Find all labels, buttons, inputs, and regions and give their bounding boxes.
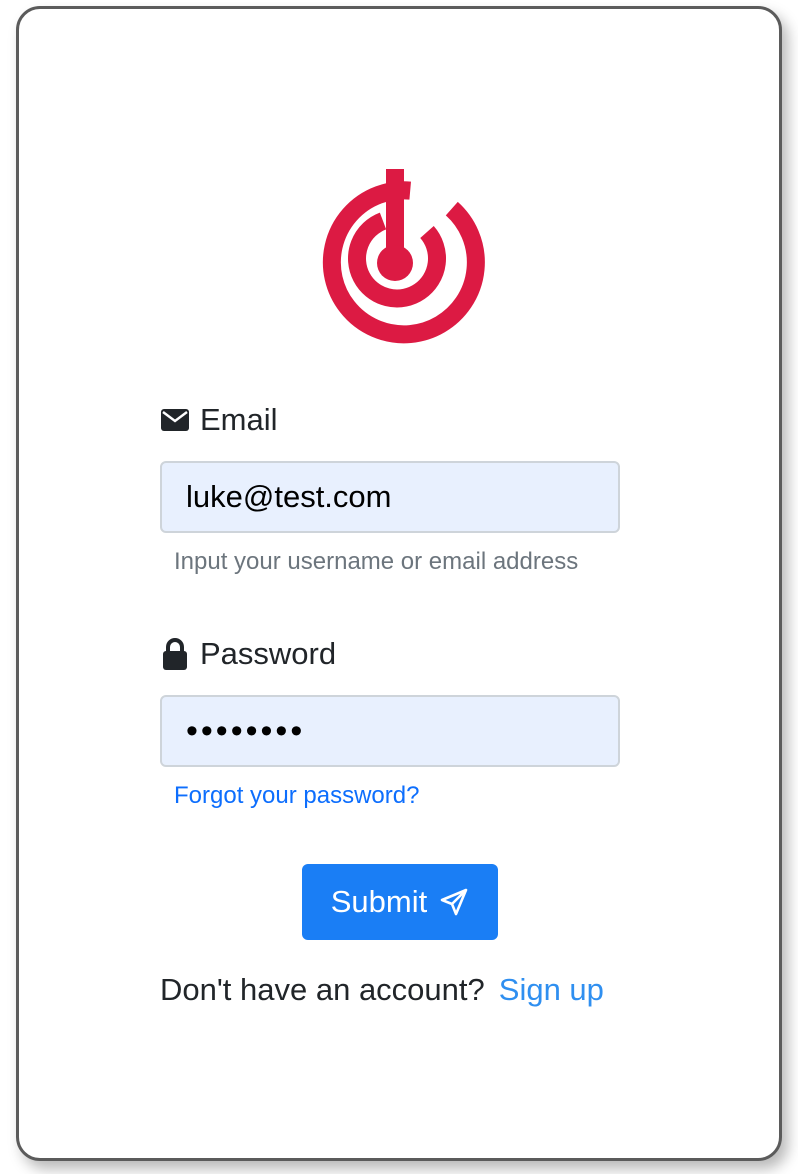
password-label-row: Password [160, 636, 336, 672]
email-input[interactable] [160, 461, 620, 533]
target-radar-logo-icon [322, 169, 485, 344]
password-label: Password [200, 636, 337, 671]
envelope-icon [160, 405, 190, 435]
submit-button[interactable]: Submit [302, 864, 498, 940]
send-icon [440, 888, 468, 916]
submit-button-label: Submit [330, 884, 428, 919]
email-helper-text: Input your username or email address [174, 548, 579, 575]
password-input[interactable] [160, 695, 620, 767]
lock-icon [160, 638, 190, 670]
forgot-password-link[interactable]: Forgot your password? [174, 782, 419, 810]
signup-link[interactable]: Sign up [499, 972, 604, 1008]
signup-row: Don't have an account? Sign up [160, 972, 604, 1008]
email-label: Email [200, 402, 278, 437]
signup-prompt: Don't have an account? [160, 972, 485, 1007]
email-label-row: Email [160, 402, 278, 438]
